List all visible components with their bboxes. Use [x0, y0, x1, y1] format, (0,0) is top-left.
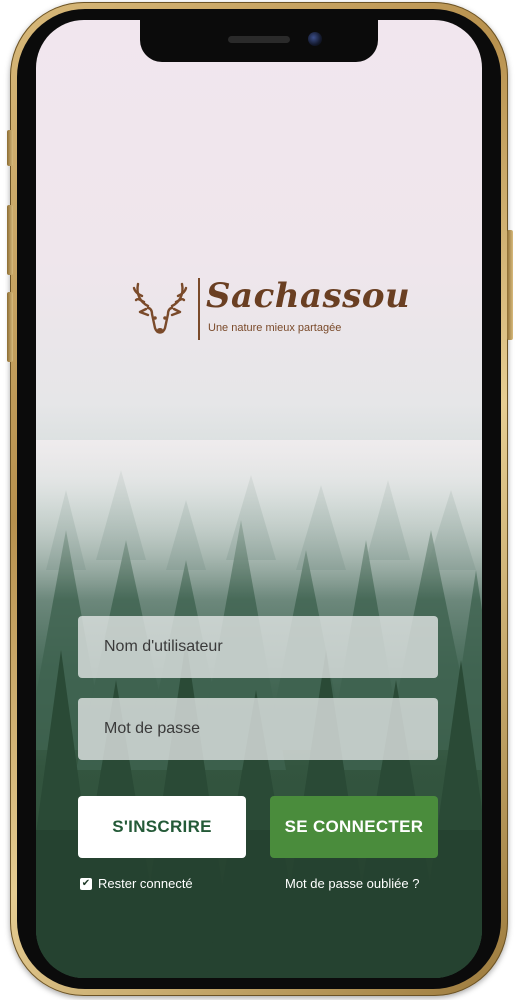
brand-tagline: Une nature mieux partagée: [208, 322, 342, 334]
logo-divider: [198, 278, 200, 340]
power-button: [507, 230, 513, 340]
username-input[interactable]: [102, 637, 438, 657]
phone-notch: [140, 20, 378, 62]
remember-checkbox[interactable]: ✔: [80, 877, 92, 890]
deer-head-icon: [132, 282, 188, 334]
front-camera: [308, 32, 322, 46]
remember-label: Rester connecté: [98, 876, 193, 891]
app-logo: Sachassou Une nature mieux partagée: [132, 276, 410, 348]
password-field[interactable]: [78, 698, 438, 760]
register-button[interactable]: S'INSCRIRE: [78, 796, 246, 858]
login-button[interactable]: SE CONNECTER: [270, 796, 438, 858]
fog-overlay: [36, 440, 482, 600]
volume-down-button: [7, 292, 13, 362]
forgot-password-link[interactable]: Mot de passe oubliée ?: [285, 876, 419, 891]
brand-name: Sachassou: [206, 276, 411, 316]
username-field[interactable]: [78, 616, 438, 678]
remember-me[interactable]: ✔ Rester connecté: [80, 876, 193, 891]
mute-switch: [7, 130, 13, 166]
app-screen: Sachassou Une nature mieux partagée S'IN…: [36, 20, 482, 978]
password-input[interactable]: [102, 719, 438, 739]
speaker-grille: [228, 36, 290, 43]
volume-up-button: [7, 205, 13, 275]
